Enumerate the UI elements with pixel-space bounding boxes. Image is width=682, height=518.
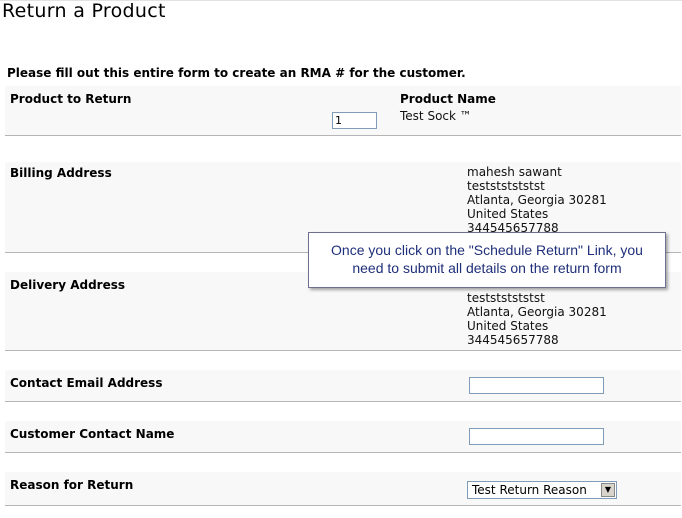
contact-email-input[interactable] [469, 377, 604, 394]
delivery-phone: 344545657788 [467, 333, 559, 347]
tooltip-line-2: need to submit all details on the return… [352, 260, 622, 276]
contact-email-label: Contact Email Address [10, 376, 163, 390]
form-instructions: Please fill out this entire form to crea… [7, 66, 466, 80]
quantity-input[interactable] [332, 112, 377, 129]
billing-address-label: Billing Address [10, 166, 112, 180]
product-name: Test Sock ™ [400, 109, 472, 123]
page-title: Return a Product [2, 0, 166, 22]
contact-name-row: Customer Contact Name [5, 421, 681, 453]
billing-country: United States [467, 207, 549, 221]
billing-phone: 344545657788 [467, 221, 559, 232]
billing-city: Atlanta, Georgia 30281 [467, 193, 607, 207]
contact-email-row: Contact Email Address [5, 370, 681, 402]
contact-name-label: Customer Contact Name [10, 427, 175, 441]
reason-selected-value: Test Return Reason [472, 483, 587, 497]
tooltip-line-1: Once you click on the "Schedule Return" … [331, 242, 643, 258]
contact-name-input[interactable] [469, 428, 604, 445]
billing-address-value: mahesh sawant testststststst Atlanta, Ge… [467, 165, 607, 232]
billing-name: mahesh sawant [467, 165, 562, 179]
reason-select[interactable]: Test Return Reason ▼ [467, 481, 617, 499]
product-name-header: Product Name [400, 92, 496, 106]
chevron-down-icon[interactable]: ▼ [601, 483, 615, 497]
delivery-street: testststststst [467, 291, 545, 305]
billing-street: testststststst [467, 179, 545, 193]
delivery-address-label: Delivery Address [10, 278, 126, 292]
reason-label: Reason for Return [10, 478, 134, 492]
product-row: Product to Return Product Name Test Sock… [5, 86, 681, 136]
reason-row: Reason for Return Test Return Reason ▼ [5, 472, 681, 506]
schedule-return-tooltip: Once you click on the "Schedule Return" … [308, 232, 666, 288]
product-to-return-label: Product to Return [10, 92, 132, 106]
delivery-country: United States [467, 319, 549, 333]
delivery-address-value: testststststst Atlanta, Georgia 30281 Un… [467, 291, 607, 347]
delivery-city: Atlanta, Georgia 30281 [467, 305, 607, 319]
